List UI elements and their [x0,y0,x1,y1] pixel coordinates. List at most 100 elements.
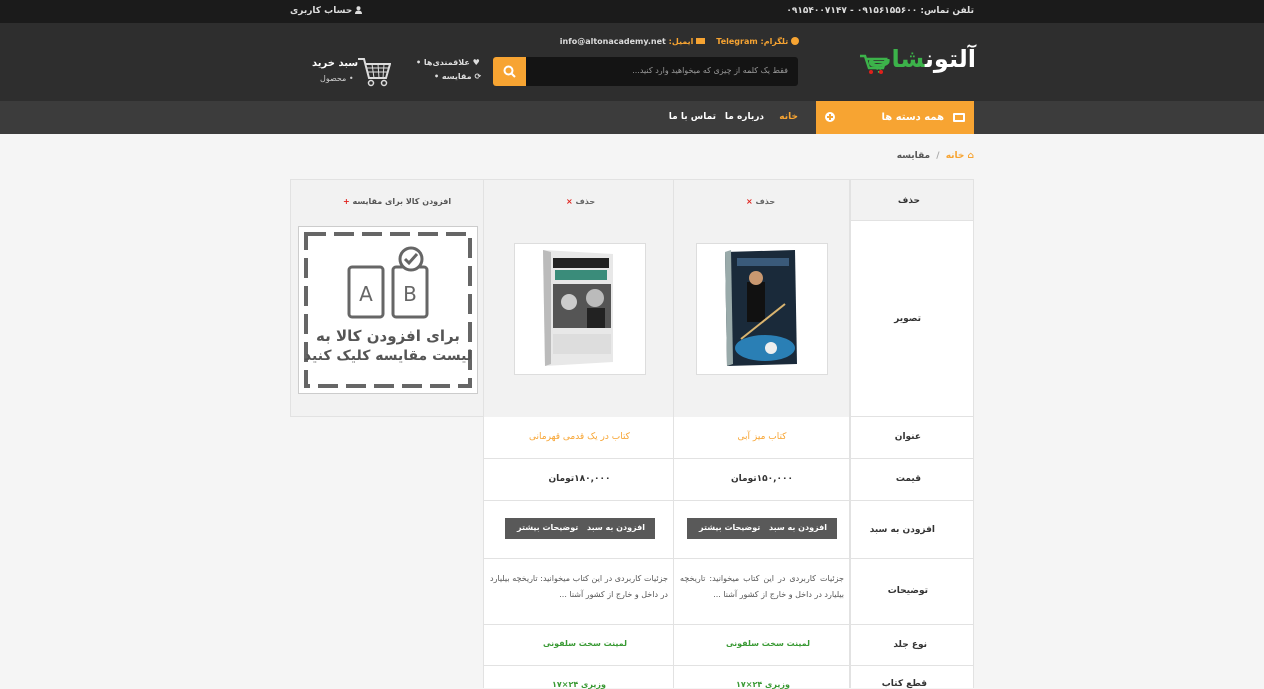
phone-number: تلفن تماس: ۰۹۱۵۶۱۵۵۶۰۰ - ۰۹۱۵۴۰۰۷۱۴۷ [786,6,974,16]
add-to-compare-image[interactable]: A B برای افزودن کالا به لیست مقایسه کلیک… [298,226,478,394]
main-nav: همه دسته ها خانه درباره ما تماس با ما [0,101,1264,134]
telegram-link[interactable]: Telegram [716,37,757,46]
breadcrumb-home[interactable]: ⌂ خانه [946,151,974,161]
cart-widget[interactable]: سبد خرید • محصول [309,56,393,92]
product-2-image[interactable] [514,243,646,375]
label-cell-format: قطع کتاب [850,666,974,689]
plus-icon: + [343,197,350,206]
product-1-title-cell: کتاب میز آبی [674,417,850,459]
nav-item-about[interactable]: درباره ما [725,112,764,122]
mail-icon [696,38,706,44]
label-cell-description: توضیحات [850,559,974,625]
add-to-compare-text-2: لیست مقایسه کلیک کنید [303,348,473,364]
logo-cart-icon [860,54,888,74]
search-box: فقط یک کلمه از چیزی که میخواهید وارد کنی… [493,57,798,86]
product-1-price: ۱۵۰,۰۰۰تومان [730,474,794,484]
compare-count: • [434,72,440,81]
product-2-binding: لمینت سخت سلفونی [543,639,628,648]
product-1-cart-buttons: افزودن به سبد توضیحات بیشتر [687,518,837,539]
svg-text:B: B [403,282,417,306]
add-to-compare-label: افزودن کالا برای مقایسه [352,197,452,206]
product-2-title-cell: کتاب در یک قدمی قهرمانی [483,417,674,459]
compare-table: حذف تصویر عنوان قیمت افزودن به سبد توضیح… [290,179,974,689]
label-cell-remove: حذف [850,179,974,221]
compare-link[interactable]: ⟳ مقایسه • [434,72,481,81]
product-2-cart-cell: افزودن به سبد توضیحات بیشتر [483,501,674,559]
search-icon [503,65,516,78]
row-label-title: عنوان [894,432,921,442]
header: آلتونشاپ تلگرام: Telegram ایمیل: info@al… [0,23,1264,101]
account-label: حساب کاربری [290,6,353,16]
wishlist-link[interactable]: ♥ علاقمندی‌ها • [416,58,480,67]
product-2-desc-cell: جزئیات کاربردی در این کتاب میخوانید: تار… [483,559,674,625]
remove-product-2[interactable]: حذف × [566,197,595,206]
product-1-format-cell: وزیری ۲۴×۱۷ [674,666,850,689]
product-2-title[interactable]: کتاب در یک قدمی قهرمانی [484,432,675,442]
label-cell-price: قیمت [850,459,974,501]
plus-circle-icon [825,112,835,122]
email-link[interactable]: info@altonacademy.net [560,37,666,46]
menu-icon [953,113,965,122]
svg-text:A: A [359,282,373,306]
product-1-cart-cell: افزودن به سبد توضیحات بیشتر [674,501,850,559]
user-icon [355,6,363,14]
label-cell-add-to-cart: افزودن به سبد [850,501,974,559]
search-button[interactable] [493,57,526,86]
logo[interactable]: آلتونشاپ [858,45,976,79]
close-icon: × [566,197,573,206]
book-cover-one-step-champion [543,250,613,366]
account-link[interactable]: حساب کاربری [290,6,363,16]
telegram-label: تلگرام: [760,37,789,46]
logo-text-main: آلتون [924,45,976,73]
more-details-button[interactable]: توضیحات بیشتر [517,523,578,532]
breadcrumb: ⌂ خانه / مقایسه [897,151,974,161]
add-to-cart-button[interactable]: افزودن به سبد [587,523,645,532]
breadcrumb-separator: / [936,151,940,161]
compare-label: مقایسه [441,72,472,81]
label-cell-binding: نوع جلد [850,625,974,666]
product-1-image[interactable] [696,243,828,375]
product-2-cart-buttons: افزودن به سبد توضیحات بیشتر [505,518,655,539]
more-details-button[interactable]: توضیحات بیشتر [699,523,760,532]
telegram-icon [791,37,799,45]
row-label-binding: نوع جلد [893,640,927,650]
row-label-description: توضیحات [887,586,928,596]
row-label-image: تصویر [894,314,921,324]
product-2-format-cell: وزیری ۲۴×۱۷ [483,666,674,689]
product-1-title[interactable]: کتاب میز آبی [674,432,850,442]
remove-product-1[interactable]: حذف × [746,197,775,206]
product-1-top: حذف × [674,179,850,417]
row-label-remove: حذف [897,196,920,206]
product-2-binding-cell: لمینت سخت سلفونی [483,625,674,666]
add-to-compare-link[interactable]: افزودن کالا برای مقایسه + [343,197,451,206]
all-categories-button[interactable]: همه دسته ها [816,101,974,134]
product-1-description: جزئیات کاربردی در این کتاب میخوانید: تار… [680,574,844,599]
close-icon: × [746,197,753,206]
contact-line: تلگرام: Telegram ایمیل: info@altonacadem… [560,37,799,46]
all-categories-label: همه دسته ها [881,112,944,123]
label-cell-title: عنوان [850,417,974,459]
remove-label: حذف [575,197,596,206]
product-1-binding-cell: لمینت سخت سلفونی [674,625,850,666]
add-product-slot[interactable]: افزودن کالا برای مقایسه + A B برای افزود… [290,179,483,417]
cart-title: سبد خرید [312,58,359,69]
add-to-cart-button[interactable]: افزودن به سبد [769,523,827,532]
remove-label: حذف [755,197,776,206]
product-1-binding: لمینت سخت سلفونی [726,639,811,648]
product-2-top: حذف × [483,179,674,417]
nav-item-contact[interactable]: تماس با ما [669,112,716,122]
wishlist-label: علاقمندی‌ها [423,58,470,67]
product-2-price: ۱۸۰,۰۰۰تومان [548,474,611,484]
nav-item-home[interactable]: خانه [779,112,798,122]
product-2-price-cell: ۱۸۰,۰۰۰تومان [483,459,674,501]
add-to-compare-text-1: برای افزودن کالا به [316,327,460,345]
wishlist-count: • [416,58,422,67]
top-bar: تلفن تماس: ۰۹۱۵۶۱۵۵۶۰۰ - ۰۹۱۵۴۰۰۷۱۴۷ حسا… [0,0,1264,23]
shopping-cart-icon [358,58,391,87]
heart-icon: ♥ [472,58,480,67]
search-input[interactable]: فقط یک کلمه از چیزی که میخواهید وارد کنی… [632,66,788,75]
label-cell-image: تصویر [850,221,974,417]
ab-compare-icon: A B [304,232,472,388]
refresh-icon: ⟳ [474,72,482,81]
row-label-price: قیمت [895,474,921,484]
